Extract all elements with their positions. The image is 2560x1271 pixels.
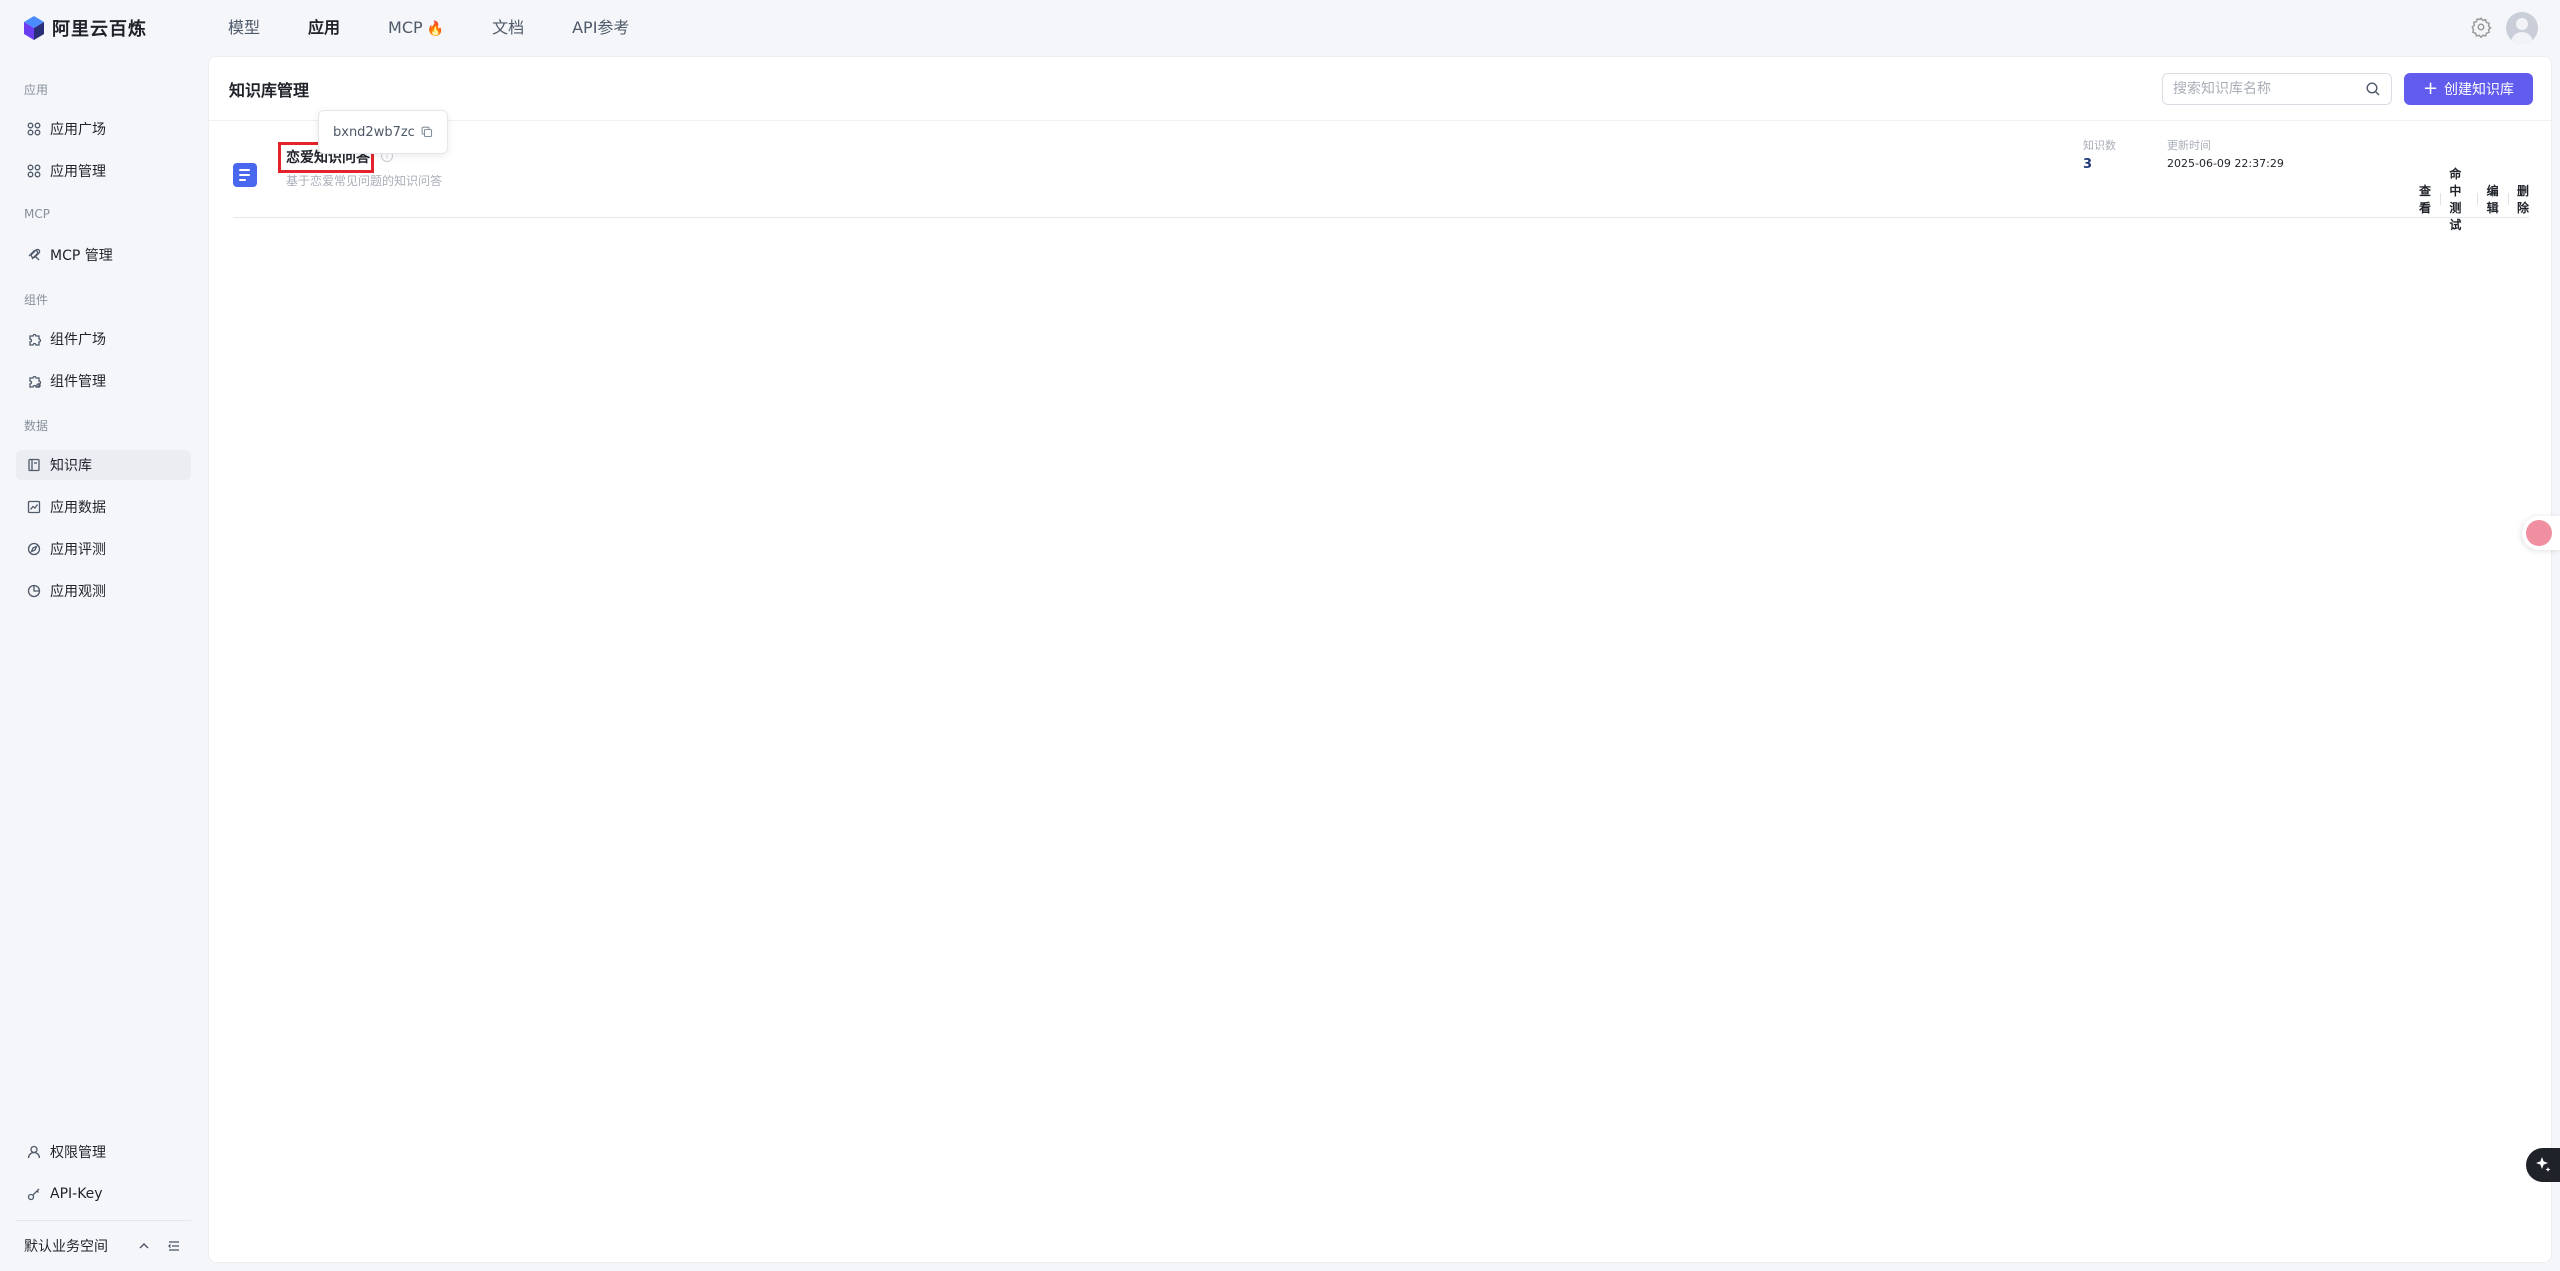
brand-logo-icon <box>24 16 44 40</box>
workspace-switcher[interactable]: 默认业务空间 <box>24 1236 184 1256</box>
hit-test-action[interactable]: 命中测试 <box>2449 165 2468 233</box>
updated-label: 更新时间 <box>2167 139 2211 152</box>
sidebar-item-app-evaluation[interactable]: 应用评测 <box>16 534 191 564</box>
plus-icon: + <box>2422 78 2439 99</box>
user-icon <box>26 1144 42 1160</box>
top-nav: 模型 应用 MCP 🔥 文档 API参考 <box>228 16 677 41</box>
header-divider <box>209 120 2553 121</box>
compass-icon <box>26 541 42 557</box>
search-input[interactable] <box>2173 81 2365 97</box>
mcp-icon <box>26 247 42 263</box>
fire-icon: 🔥 <box>426 21 445 37</box>
grid-icon <box>26 121 42 137</box>
knowledge-base-description: 基于恋爱常见问题的知识问答 <box>286 174 443 188</box>
puzzle-settings-icon <box>26 373 42 389</box>
sidebar-item-app-data[interactable]: 应用数据 <box>16 492 191 522</box>
edit-action[interactable]: 编辑 <box>2487 182 2499 216</box>
grid-icon <box>26 163 42 179</box>
topnav-docs[interactable]: 文档 <box>492 16 524 41</box>
sparkle-icon <box>2536 1157 2551 1172</box>
sidebar-group-mcp: MCP <box>24 207 50 221</box>
sidebar-item-label: API-Key <box>50 1186 103 1202</box>
document-icon <box>233 163 257 187</box>
search-icon[interactable] <box>2365 81 2381 97</box>
sidebar-item-api-key[interactable]: API-Key <box>16 1179 191 1209</box>
brand-name: 阿里云百炼 <box>52 19 147 40</box>
user-avatar[interactable] <box>2506 12 2538 44</box>
book-icon <box>26 457 42 473</box>
create-button-label: 创建知识库 <box>2444 82 2515 98</box>
sidebar-item-label: 应用广场 <box>50 122 106 138</box>
chevron-up-icon[interactable] <box>134 1236 154 1256</box>
sidebar-item-app-observation[interactable]: 应用观测 <box>16 576 191 606</box>
sidebar-item-label: MCP 管理 <box>50 248 113 264</box>
sidebar-item-mcp-management[interactable]: MCP 管理 <box>16 240 191 270</box>
updated-value: 2025-06-09 22:37:29 <box>2167 157 2284 170</box>
ai-sparkle-button[interactable] <box>2526 1148 2560 1182</box>
sidebar: 应用 应用广场 应用管理 MCP MCP 管理 组件 组件广场 组件管理 数据 <box>0 56 208 1271</box>
topnav-mcp[interactable]: MCP 🔥 <box>388 16 444 41</box>
count-value: 3 <box>2083 157 2093 172</box>
sidebar-item-label: 应用评测 <box>50 542 106 558</box>
delete-action[interactable]: 删除 <box>2517 182 2529 216</box>
sidebar-item-label: 权限管理 <box>50 1145 106 1161</box>
sidebar-item-label: 应用管理 <box>50 164 106 180</box>
chart-icon <box>26 499 42 515</box>
brand[interactable]: 阿里云百炼 <box>24 15 147 41</box>
topnav-models[interactable]: 模型 <box>228 16 260 41</box>
sidebar-divider <box>16 1220 191 1221</box>
sidebar-item-permission-management[interactable]: 权限管理 <box>16 1137 191 1167</box>
view-action[interactable]: 查看 <box>2419 182 2431 216</box>
knowledge-base-id: bxnd2wb7zc <box>333 124 415 140</box>
row-actions: 查看 命中测试 编辑 删除 <box>2419 165 2529 233</box>
pie-icon <box>26 583 42 599</box>
sidebar-item-app-plaza[interactable]: 应用广场 <box>16 114 191 144</box>
sidebar-item-knowledge-base[interactable]: 知识库 <box>16 450 191 480</box>
key-icon <box>26 1186 42 1202</box>
sidebar-item-label: 知识库 <box>50 458 92 474</box>
assistant-avatar-icon <box>2526 520 2552 546</box>
copy-icon[interactable] <box>421 126 433 138</box>
page-title: 知识库管理 <box>229 81 310 100</box>
count-label: 知识数 <box>2083 139 2116 152</box>
id-tooltip: bxnd2wb7zc <box>318 110 448 154</box>
topnav-api-reference[interactable]: API参考 <box>572 16 629 41</box>
main-panel: 知识库管理 + 创建知识库 恋爱知识问答 i 基于恋爱常见问题的知识问答 知识数… <box>208 56 2553 1263</box>
workspace-label: 默认业务空间 <box>24 1239 108 1255</box>
avatar-body <box>2511 32 2533 44</box>
sidebar-item-component-management[interactable]: 组件管理 <box>16 366 191 396</box>
sidebar-item-label: 应用数据 <box>50 500 106 516</box>
search-box[interactable] <box>2162 73 2392 105</box>
sidebar-item-label: 应用观测 <box>50 584 106 600</box>
floating-assistant-avatar[interactable] <box>2522 516 2560 550</box>
topnav-mcp-label: MCP <box>388 18 423 37</box>
puzzle-icon <box>26 331 42 347</box>
menu-collapse-icon[interactable] <box>164 1236 184 1256</box>
knowledge-base-row[interactable]: 恋爱知识问答 i 基于恋爱常见问题的知识问答 知识数 3 更新时间 2025-0… <box>233 137 2529 232</box>
sidebar-item-app-management[interactable]: 应用管理 <box>16 156 191 186</box>
settings-gear-icon[interactable] <box>2470 16 2492 38</box>
topnav-apps[interactable]: 应用 <box>308 16 340 41</box>
sidebar-group-data: 数据 <box>24 419 49 433</box>
create-knowledge-base-button[interactable]: + 创建知识库 <box>2404 73 2533 105</box>
sidebar-item-label: 组件管理 <box>50 374 106 390</box>
sidebar-item-label: 组件广场 <box>50 332 106 348</box>
sidebar-item-component-plaza[interactable]: 组件广场 <box>16 324 191 354</box>
top-navigation-bar: 阿里云百炼 模型 应用 MCP 🔥 文档 API参考 <box>0 0 2560 56</box>
sidebar-group-apps: 应用 <box>24 83 49 97</box>
avatar-head <box>2516 18 2528 30</box>
sidebar-group-components: 组件 <box>24 293 49 307</box>
